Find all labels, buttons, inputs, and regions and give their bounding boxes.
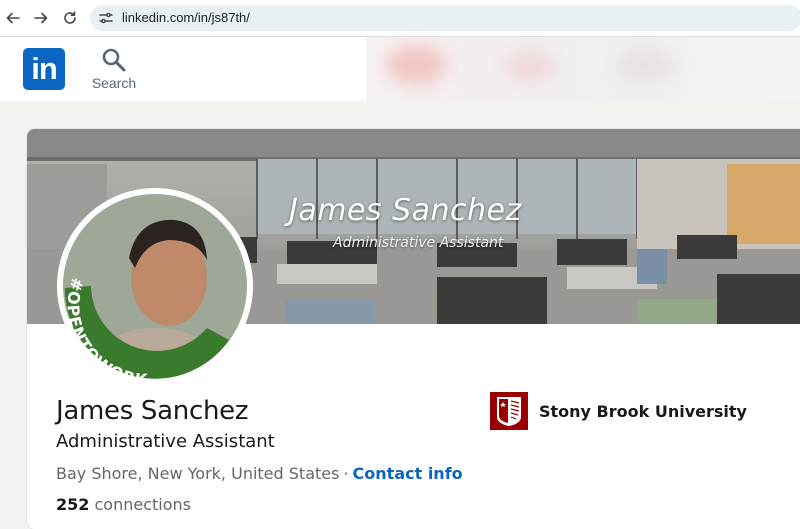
address-bar[interactable]: linkedin.com/in/js87th/ <box>90 5 800 31</box>
site-settings-icon[interactable] <box>98 10 114 26</box>
linkedin-logo[interactable]: in <box>23 48 65 90</box>
profile-name: James Sanchez <box>56 396 249 426</box>
blurred-header-area <box>366 37 800 101</box>
separator-dot: · <box>343 464 349 483</box>
arrow-left-icon <box>6 12 20 24</box>
profile-headline: Administrative Assistant <box>56 431 275 452</box>
location-line: Bay Shore, New York, United States · Conta… <box>56 464 463 483</box>
reload-button[interactable] <box>60 8 80 28</box>
reload-icon <box>64 11 76 24</box>
school-logo[interactable] <box>490 392 528 430</box>
search-label: Search <box>91 75 137 91</box>
stony-brook-shield-icon <box>497 397 521 426</box>
logo-text: in <box>31 51 58 86</box>
search-nav-item[interactable]: Search <box>86 47 142 95</box>
school-name[interactable]: Stony Brook University <box>539 402 747 421</box>
forward-button[interactable] <box>31 8 51 28</box>
linkedin-header: in Search <box>0 37 366 101</box>
profile-photo[interactable]: #OPENTOWORK <box>57 188 253 390</box>
connections-label: connections <box>94 495 192 514</box>
connections-count: 252 <box>56 495 90 514</box>
arrow-right-icon <box>34 12 48 24</box>
back-button[interactable] <box>3 8 23 28</box>
banner-subtitle: Administrative Assistant <box>333 235 504 251</box>
browser-toolbar: linkedin.com/in/js87th/ <box>0 0 800 37</box>
search-icon <box>102 48 126 72</box>
profile-location: Bay Shore, New York, United States <box>56 464 340 483</box>
banner-title: James Sanchez <box>289 193 522 228</box>
contact-info-link[interactable]: Contact info <box>353 464 463 483</box>
open-to-work-avatar: #OPENTOWORK <box>57 188 253 390</box>
url-text: linkedin.com/in/js87th/ <box>122 10 250 25</box>
connections-link[interactable]: 252 connections <box>56 495 191 514</box>
